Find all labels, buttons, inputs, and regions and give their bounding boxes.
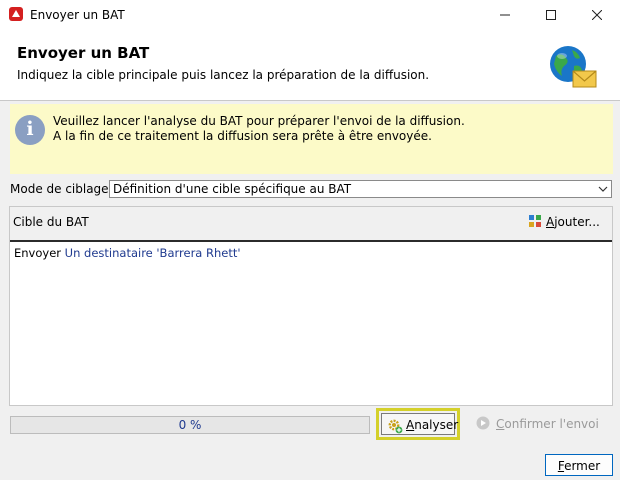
- app-logo-icon: [9, 7, 23, 21]
- confirm-label: onfirmer l'envoi: [504, 417, 599, 431]
- target-text-area[interactable]: Envoyer Un destinataire 'Barrera Rhett': [10, 240, 612, 405]
- dialog-title: Envoyer un BAT: [17, 44, 150, 62]
- targeting-mode-select[interactable]: Définition d'une cible spécifique au BAT: [109, 180, 612, 198]
- chevron-down-icon: [598, 186, 608, 192]
- add-target-accesskey: A: [546, 215, 555, 229]
- analyze-button[interactable]: Analyser: [376, 408, 460, 440]
- close-dialog-button[interactable]: Fermer: [545, 454, 613, 476]
- close-icon: [592, 10, 602, 20]
- target-recipient-text: Un destinataire 'Barrera Rhett': [61, 246, 241, 260]
- minimize-button[interactable]: [482, 0, 528, 30]
- title-bar: Envoyer un BAT: [0, 0, 620, 30]
- add-target-button[interactable]: Ajouter...: [526, 211, 610, 233]
- target-send-label: Envoyer: [14, 246, 62, 260]
- minimize-icon: [500, 14, 510, 16]
- analysis-progress-bar: 0 %: [10, 416, 370, 434]
- progress-percent: 0 %: [178, 418, 202, 432]
- analyze-label: nalyser: [414, 418, 459, 432]
- dialog-subtitle: Indiquez la cible principale puis lancez…: [17, 68, 430, 82]
- close-dialog-label: ermer: [564, 459, 601, 473]
- info-line-2: A la fin de ce traitement la diffusion s…: [53, 129, 432, 143]
- target-panel: Cible du BAT Ajouter... Envoyer Un desti…: [9, 206, 613, 406]
- analyze-accesskey: A: [406, 418, 415, 432]
- close-button[interactable]: [574, 0, 620, 30]
- targeting-mode-label: Mode de ciblage :: [10, 182, 117, 196]
- maximize-icon: [546, 10, 556, 20]
- info-icon: i: [15, 115, 45, 145]
- targeting-mode-value: Définition d'une cible spécifique au BAT: [113, 182, 352, 196]
- confirm-send-button[interactable]: Confirmer l'envoi: [472, 413, 602, 435]
- dialog-header: Envoyer un BAT Indiquez la cible princip…: [0, 30, 620, 100]
- info-panel: i Veuillez lancer l'analyse du BAT pour …: [10, 104, 613, 174]
- maximize-button[interactable]: [528, 0, 574, 30]
- globe-mail-icon: [550, 46, 597, 88]
- play-icon: [476, 416, 490, 430]
- add-target-icon: [529, 215, 541, 227]
- add-target-label: jouter...: [554, 215, 600, 229]
- gear-icon: [388, 419, 403, 434]
- header-separator: [0, 100, 620, 101]
- target-label: Cible du BAT: [13, 215, 89, 229]
- window-title: Envoyer un BAT: [30, 8, 125, 22]
- info-line-1: Veuillez lancer l'analyse du BAT pour pr…: [53, 114, 465, 128]
